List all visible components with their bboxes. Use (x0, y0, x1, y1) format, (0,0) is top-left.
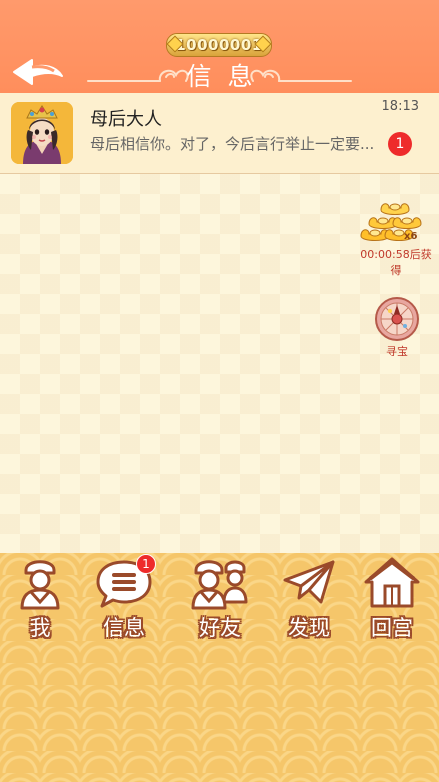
timed-reward-button[interactable]: x6 00:00:58后获得 (355, 198, 437, 277)
paper-plane-icon (283, 560, 335, 604)
treasure-label: 寻宝 (386, 345, 408, 358)
coin-value: 10000001 (175, 36, 263, 54)
message-preview: 母后相信你。对了，今后言行举止一定要... (90, 135, 375, 153)
nav-label: 好友 (199, 616, 241, 640)
nav-item-me[interactable]: 我 (0, 556, 80, 646)
nav-label: 信息 (103, 616, 145, 640)
nav-label: 回宫 (371, 616, 413, 640)
conversation-row[interactable]: 母后大人 18:13 母后相信你。对了，今后言行举止一定要... 1 (0, 93, 439, 174)
gold-ingot-icon (360, 203, 422, 241)
treasure-wheel-icon (375, 297, 419, 341)
nav-item-friends[interactable]: 好友 (180, 556, 260, 646)
person-icon (20, 560, 60, 610)
reward-countdown: 00:00:58后获得 (360, 248, 432, 277)
contact-name: 母后大人 (90, 109, 162, 130)
treasure-hunt-button[interactable]: 寻宝 (372, 297, 422, 359)
unread-badge: 1 (388, 132, 412, 156)
page-title: 信息 (186, 62, 269, 91)
nav-label: 发现 (288, 616, 330, 640)
nav-label: 我 (29, 616, 51, 640)
nav-item-home[interactable]: 回宫 (352, 556, 432, 646)
title-area: 信息 (80, 55, 359, 91)
nav-unread-badge: 1 (136, 554, 156, 574)
coin-counter: 10000001 (166, 33, 272, 57)
back-button[interactable] (10, 54, 66, 90)
home-icon (364, 557, 420, 608)
avatar (11, 102, 73, 164)
nav-item-discover[interactable]: 发现 (269, 556, 349, 646)
back-arrow-icon (13, 59, 63, 85)
reward-multiplier: x6 (404, 231, 418, 242)
header-bar: 10000001 信息 (0, 0, 439, 93)
friends-icon (191, 560, 248, 610)
nav-item-messages[interactable]: 1 信息 (84, 554, 164, 646)
empress-avatar-icon (11, 102, 73, 164)
message-time: 18:13 (381, 99, 419, 114)
